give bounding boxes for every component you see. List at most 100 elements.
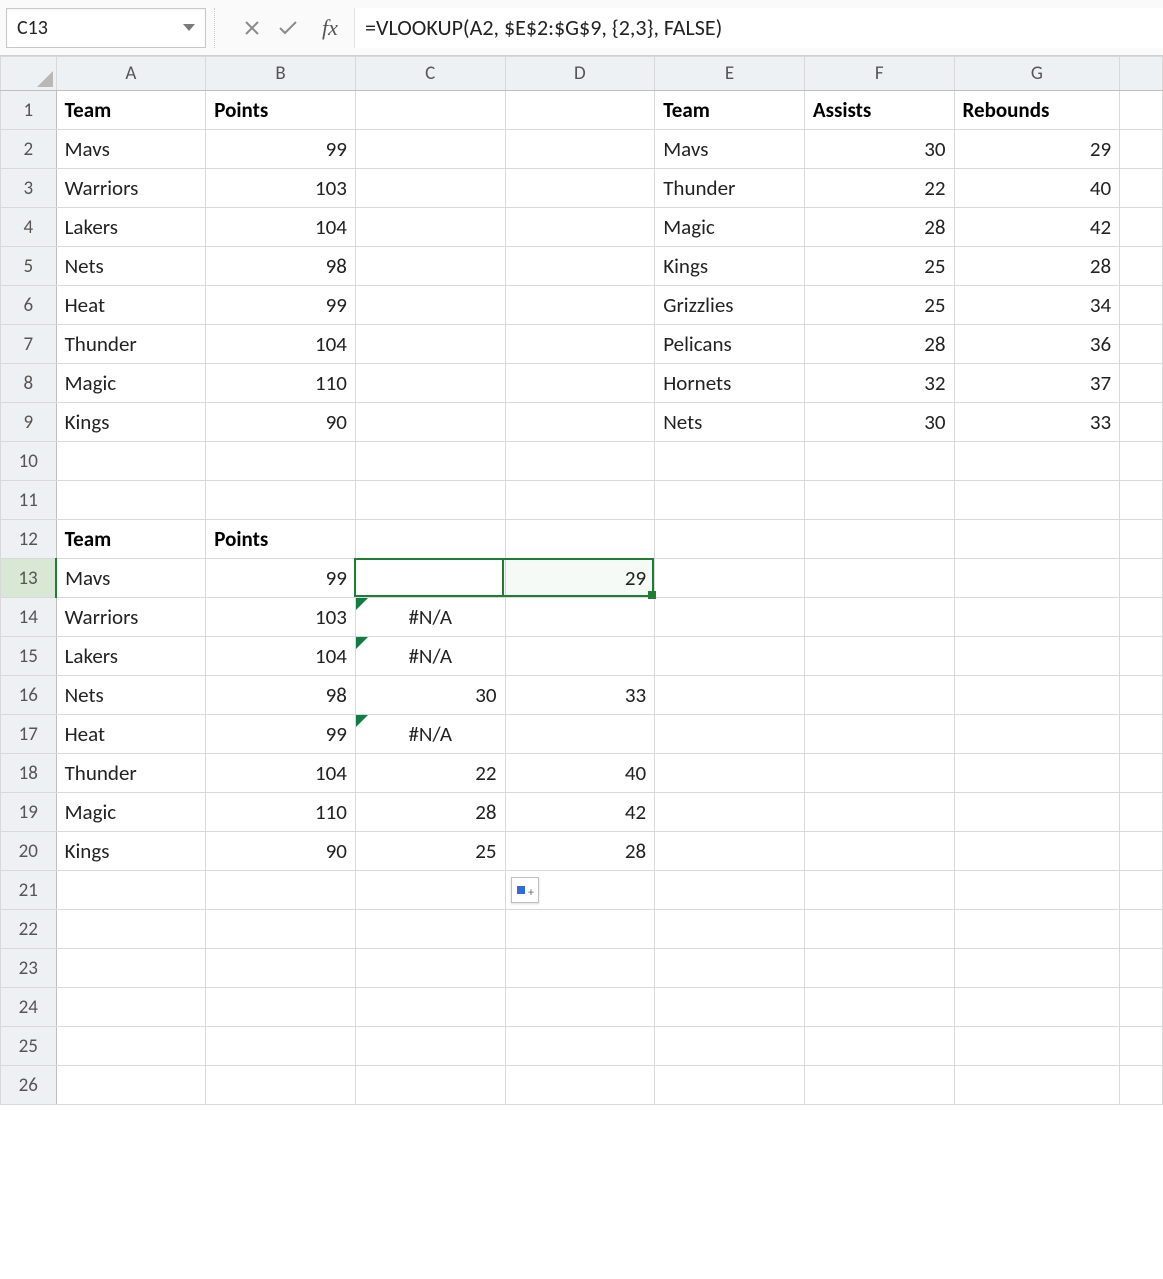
cell-C8[interactable] (355, 364, 505, 403)
cell-G8[interactable]: 37 (954, 364, 1120, 403)
cell-B5[interactable]: 98 (206, 247, 356, 286)
cell-G25[interactable] (954, 1027, 1120, 1066)
row-header-9[interactable]: 9 (1, 403, 57, 442)
cell-G24[interactable] (954, 988, 1120, 1027)
cell-extra-18[interactable] (1120, 754, 1163, 793)
cell-E26[interactable] (655, 1066, 805, 1105)
cell-A11[interactable] (56, 481, 206, 520)
cell-D7[interactable] (505, 325, 655, 364)
cell-A8[interactable]: Magic (56, 364, 206, 403)
row-header-14[interactable]: 14 (1, 598, 57, 637)
cell-A20[interactable]: Kings (56, 832, 206, 871)
cell-A10[interactable] (56, 442, 206, 481)
name-box-dropdown-icon[interactable] (183, 24, 195, 31)
cancel-button[interactable] (234, 8, 270, 48)
cell-B18[interactable]: 104 (206, 754, 356, 793)
cell-F3[interactable]: 22 (804, 169, 954, 208)
row-header-8[interactable]: 8 (1, 364, 57, 403)
cell-extra-8[interactable] (1120, 364, 1163, 403)
row-header-21[interactable]: 21 (1, 871, 57, 910)
cell-B15[interactable]: 104 (206, 637, 356, 676)
cell-C21[interactable] (355, 871, 505, 910)
cell-D17[interactable] (505, 715, 655, 754)
cell-E8[interactable]: Hornets (655, 364, 805, 403)
cell-extra-9[interactable] (1120, 403, 1163, 442)
cell-A24[interactable] (56, 988, 206, 1027)
cell-E12[interactable] (655, 520, 805, 559)
cell-G17[interactable] (954, 715, 1120, 754)
row-header-12[interactable]: 12 (1, 520, 57, 559)
cell-C26[interactable] (355, 1066, 505, 1105)
cell-extra-16[interactable] (1120, 676, 1163, 715)
cell-E19[interactable] (655, 793, 805, 832)
name-box[interactable]: C13 (6, 8, 206, 48)
cell-E10[interactable] (655, 442, 805, 481)
cell-D22[interactable] (505, 910, 655, 949)
cell-B2[interactable]: 99 (206, 130, 356, 169)
cell-G1[interactable]: Rebounds (954, 91, 1120, 130)
row-header-18[interactable]: 18 (1, 754, 57, 793)
cell-G10[interactable] (954, 442, 1120, 481)
enter-button[interactable] (270, 8, 306, 48)
cell-F1[interactable]: Assists (804, 91, 954, 130)
cell-B6[interactable]: 99 (206, 286, 356, 325)
cell-extra-4[interactable] (1120, 208, 1163, 247)
cell-B20[interactable]: 90 (206, 832, 356, 871)
cell-B16[interactable]: 98 (206, 676, 356, 715)
col-header-B[interactable]: B (206, 57, 356, 91)
cell-B22[interactable] (206, 910, 356, 949)
cell-D6[interactable] (505, 286, 655, 325)
cell-C4[interactable] (355, 208, 505, 247)
cell-B21[interactable] (206, 871, 356, 910)
cell-B14[interactable]: 103 (206, 598, 356, 637)
cell-A13[interactable]: Mavs (56, 559, 206, 598)
cell-E2[interactable]: Mavs (655, 130, 805, 169)
cell-F7[interactable]: 28 (804, 325, 954, 364)
cell-B4[interactable]: 104 (206, 208, 356, 247)
cell-C23[interactable] (355, 949, 505, 988)
cell-F15[interactable] (804, 637, 954, 676)
cell-A6[interactable]: Heat (56, 286, 206, 325)
cell-extra-1[interactable] (1120, 91, 1163, 130)
cell-extra-15[interactable] (1120, 637, 1163, 676)
cell-F4[interactable]: 28 (804, 208, 954, 247)
cell-D15[interactable] (505, 637, 655, 676)
row-header-23[interactable]: 23 (1, 949, 57, 988)
cell-F12[interactable] (804, 520, 954, 559)
cell-extra-10[interactable] (1120, 442, 1163, 481)
cell-C9[interactable] (355, 403, 505, 442)
cell-B7[interactable]: 104 (206, 325, 356, 364)
row-header-3[interactable]: 3 (1, 169, 57, 208)
cell-E11[interactable] (655, 481, 805, 520)
row-header-19[interactable]: 19 (1, 793, 57, 832)
cell-extra-7[interactable] (1120, 325, 1163, 364)
cell-A23[interactable] (56, 949, 206, 988)
cell-C20[interactable]: 25 (355, 832, 505, 871)
row-header-24[interactable]: 24 (1, 988, 57, 1027)
cell-A4[interactable]: Lakers (56, 208, 206, 247)
cell-G15[interactable] (954, 637, 1120, 676)
cell-A3[interactable]: Warriors (56, 169, 206, 208)
cell-F26[interactable] (804, 1066, 954, 1105)
cell-C5[interactable] (355, 247, 505, 286)
cell-B17[interactable]: 99 (206, 715, 356, 754)
cell-C14[interactable]: #N/A (355, 598, 505, 637)
cell-C13[interactable]: 30 (355, 559, 505, 598)
row-header-16[interactable]: 16 (1, 676, 57, 715)
cell-D23[interactable] (505, 949, 655, 988)
cell-F6[interactable]: 25 (804, 286, 954, 325)
cell-A14[interactable]: Warriors (56, 598, 206, 637)
cell-C11[interactable] (355, 481, 505, 520)
row-header-26[interactable]: 26 (1, 1066, 57, 1105)
cell-E21[interactable] (655, 871, 805, 910)
cell-extra-5[interactable] (1120, 247, 1163, 286)
cell-E18[interactable] (655, 754, 805, 793)
cell-E23[interactable] (655, 949, 805, 988)
cell-A15[interactable]: Lakers (56, 637, 206, 676)
cell-extra-2[interactable] (1120, 130, 1163, 169)
cell-extra-13[interactable] (1120, 559, 1163, 598)
cell-D26[interactable] (505, 1066, 655, 1105)
cell-C19[interactable]: 28 (355, 793, 505, 832)
cell-C3[interactable] (355, 169, 505, 208)
col-header-D[interactable]: D (505, 57, 655, 91)
